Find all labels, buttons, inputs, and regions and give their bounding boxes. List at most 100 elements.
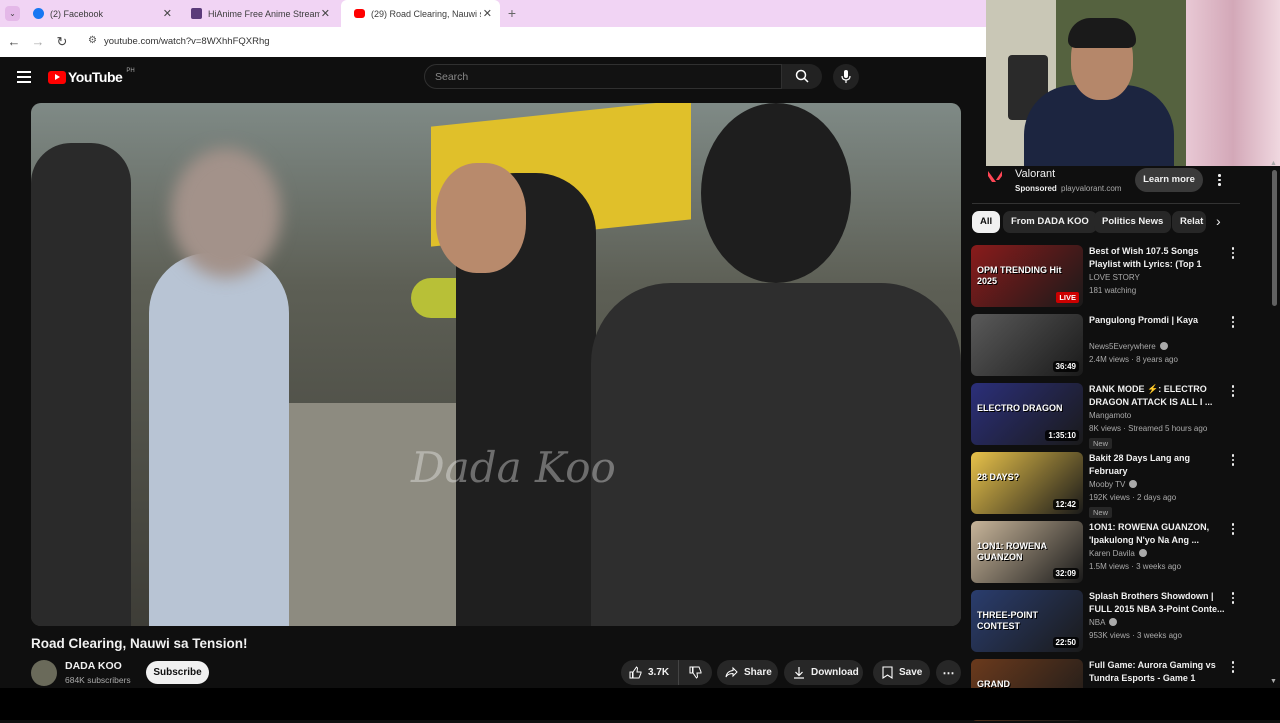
chip-related[interactable]: Relat <box>1172 211 1206 233</box>
thumbnail-text: THREE-POINT CONTEST <box>977 610 1039 631</box>
recommendation-menu-icon[interactable] <box>1230 592 1236 606</box>
url-text: youtube.com/watch?v=8WXhhFQXRhg <box>104 36 270 47</box>
share-button[interactable]: Share <box>717 660 778 685</box>
recommendation-item[interactable]: OPM TRENDING Hit 2025 LIVE Best of Wish 10… <box>971 245 1241 309</box>
sponsored-ad[interactable]: Valorant Sponsored · playvalorant.com Le… <box>972 166 1240 204</box>
recommendation-title[interactable]: 1ON1: ROWENA GUANZON, 'Ipakulong N'yo Na… <box>1089 521 1225 547</box>
recommendation-thumbnail[interactable]: 36:49 <box>971 314 1083 376</box>
voice-search-button[interactable] <box>833 64 859 90</box>
subscribe-button[interactable]: Subscribe <box>146 661 209 684</box>
address-bar: ← → ↻ ⚙ youtube.com/watch?v=8WXhhFQXRhg <box>0 27 986 57</box>
tab-title: (29) Road Clearing, Nauwi sa Te <box>371 8 481 19</box>
recommendation-menu-icon[interactable] <box>1230 316 1236 330</box>
recommendation-channel[interactable]: Mooby TV <box>1089 480 1138 489</box>
recommendation-title[interactable]: Best of Wish 107.5 Songs Playlist with L… <box>1089 245 1225 271</box>
valorant-logo-icon <box>988 171 1002 182</box>
share-icon <box>725 666 738 678</box>
download-label: Download <box>811 667 859 678</box>
chip-politics-news[interactable]: Politics News <box>1094 211 1172 233</box>
recommendation-thumbnail[interactable]: THREE-POINT CONTEST 22:50 <box>971 590 1083 652</box>
more-actions-button[interactable]: ⋯ <box>936 660 961 685</box>
channel-avatar[interactable] <box>31 660 57 686</box>
recommendation-title[interactable]: Bakit 28 Days Lang ang February <box>1089 452 1225 478</box>
sidebar-scroll-thumb[interactable] <box>1272 170 1277 306</box>
thumbs-up-icon <box>629 666 642 679</box>
recommendation-channel[interactable]: LOVE STORY <box>1089 273 1140 282</box>
recommendation-thumbnail[interactable]: 28 DAYS? 12:42 <box>971 452 1083 514</box>
youtube-logo[interactable]: YouTube PH <box>48 68 135 85</box>
close-tab-icon[interactable]: ✕ <box>163 7 172 20</box>
recommendation-item[interactable]: ELECTRO DRAGON 1:35:10 RANK MODE ⚡: ELECTR… <box>971 383 1241 449</box>
search-button[interactable] <box>782 64 822 89</box>
save-button[interactable]: Save <box>873 660 930 685</box>
video-scene-person-blurred <box>149 253 289 626</box>
recommendation-item[interactable]: 36:49 Pangulong Promdi | Kaya News5Everywh… <box>971 314 1241 378</box>
recommendation-channel-name: Mangamoto <box>1089 411 1132 420</box>
recommendation-item[interactable]: THREE-POINT CONTEST 22:50 Splash Brothers … <box>971 590 1241 654</box>
recommendation-channel[interactable]: Karen Davila <box>1089 549 1147 558</box>
recommendation-thumbnail[interactable]: ELECTRO DRAGON 1:35:10 <box>971 383 1083 445</box>
recommendation-menu-icon[interactable] <box>1230 661 1236 675</box>
url-field[interactable]: ⚙ youtube.com/watch?v=8WXhhFQXRhg <box>82 31 982 53</box>
recommendation-channel[interactable]: Mangamoto <box>1089 411 1131 420</box>
like-button[interactable]: 3.7K <box>621 660 679 685</box>
microphone-icon <box>841 70 851 83</box>
recommendation-channel-name: News5Everywhere <box>1089 342 1156 351</box>
youtube-favicon-icon <box>354 9 365 18</box>
scroll-down-arrow-icon[interactable]: ▼ <box>1270 678 1277 685</box>
learn-more-button[interactable]: Learn more <box>1135 168 1203 192</box>
close-tab-icon[interactable]: ✕ <box>483 7 492 20</box>
recommendation-thumbnail[interactable]: OPM TRENDING Hit 2025 LIVE <box>971 245 1083 307</box>
ad-domain: playvalorant.com <box>1061 184 1122 193</box>
recommendation-item[interactable]: 1ON1: ROWENA GUANZON 32:09 1ON1: ROWENA GU… <box>971 521 1241 585</box>
back-icon[interactable]: ← <box>6 34 22 50</box>
recommendation-title[interactable]: Pangulong Promdi | Kaya <box>1089 314 1225 327</box>
recommendation-channel[interactable]: NBA <box>1089 618 1118 627</box>
new-tab-button[interactable]: + <box>504 5 520 21</box>
tab-youtube[interactable]: (29) Road Clearing, Nauwi sa Te ✕ <box>341 0 500 27</box>
thumbnail-text: 1ON1: ROWENA GUANZON <box>977 541 1047 562</box>
ad-menu-icon[interactable] <box>1218 174 1221 188</box>
recommendation-thumbnail[interactable]: 1ON1: ROWENA GUANZON 32:09 <box>971 521 1083 583</box>
forward-icon[interactable]: → <box>30 34 46 50</box>
chip-from-channel[interactable]: From DADA KOO <box>1003 211 1097 233</box>
recommendation-item[interactable]: 28 DAYS? 12:42 Bakit 28 Days Lang ang Febr… <box>971 452 1241 518</box>
verified-check-icon <box>1129 480 1138 488</box>
like-count: 3.7K <box>648 667 670 678</box>
video-duration: 12:42 <box>1052 499 1079 510</box>
scroll-up-arrow-icon[interactable]: ▲ <box>1270 160 1277 167</box>
site-info-icon[interactable]: ⚙ <box>88 35 97 46</box>
thumbnail-text: OPM TRENDING Hit 2025 <box>977 265 1062 286</box>
recommendation-menu-icon[interactable] <box>1230 247 1236 261</box>
tab-hianime[interactable]: HiAnime Free Anime Streaming ✕ <box>178 0 338 27</box>
chips-next-icon[interactable]: › <box>1216 213 1221 229</box>
recommendation-menu-icon[interactable] <box>1230 385 1236 399</box>
recommendation-menu-icon[interactable] <box>1230 454 1236 468</box>
tab-facebook[interactable]: (2) Facebook ✕ <box>20 0 180 27</box>
recommendation-title[interactable]: Full Game: Aurora Gaming vs Tundra Espor… <box>1089 659 1225 685</box>
close-tab-icon[interactable]: ✕ <box>321 7 330 20</box>
reload-icon[interactable]: ↻ <box>54 34 70 50</box>
tab-list-icon[interactable]: ⌄ <box>5 6 20 21</box>
recommendation-menu-icon[interactable] <box>1230 523 1236 537</box>
channel-name[interactable]: DADA KOO <box>65 660 122 672</box>
video-player[interactable]: Dada Koo <box>31 103 961 626</box>
hamburger-menu-icon[interactable] <box>17 71 31 83</box>
recommendation-title[interactable]: RANK MODE ⚡: ELECTRO DRAGON ATTACK IS AL… <box>1089 383 1225 409</box>
video-scene-person-left <box>31 143 131 626</box>
search-input[interactable]: Search <box>424 64 782 89</box>
recommendation-channel-name: Karen Davila <box>1089 549 1135 558</box>
subscriber-count: 684K subscribers <box>65 675 131 685</box>
thumbs-down-icon <box>689 666 702 679</box>
recommendation-channel[interactable]: News5Everywhere <box>1089 342 1168 351</box>
browser-tab-bar: ⌄ (2) Facebook ✕ HiAnime Free Anime Stre… <box>0 0 986 27</box>
chip-all[interactable]: All <box>972 211 1001 233</box>
video-duration: 1:35:10 <box>1045 430 1079 441</box>
recommendation-title[interactable]: Splash Brothers Showdown | FULL 2015 NBA… <box>1089 590 1225 616</box>
tab-title: HiAnime Free Anime Streaming <box>208 8 320 19</box>
save-icon <box>882 666 893 679</box>
like-dislike-group: 3.7K <box>621 660 712 685</box>
download-button[interactable]: Download <box>784 660 863 685</box>
dislike-button[interactable] <box>679 660 712 685</box>
new-badge: New <box>1089 507 1113 518</box>
